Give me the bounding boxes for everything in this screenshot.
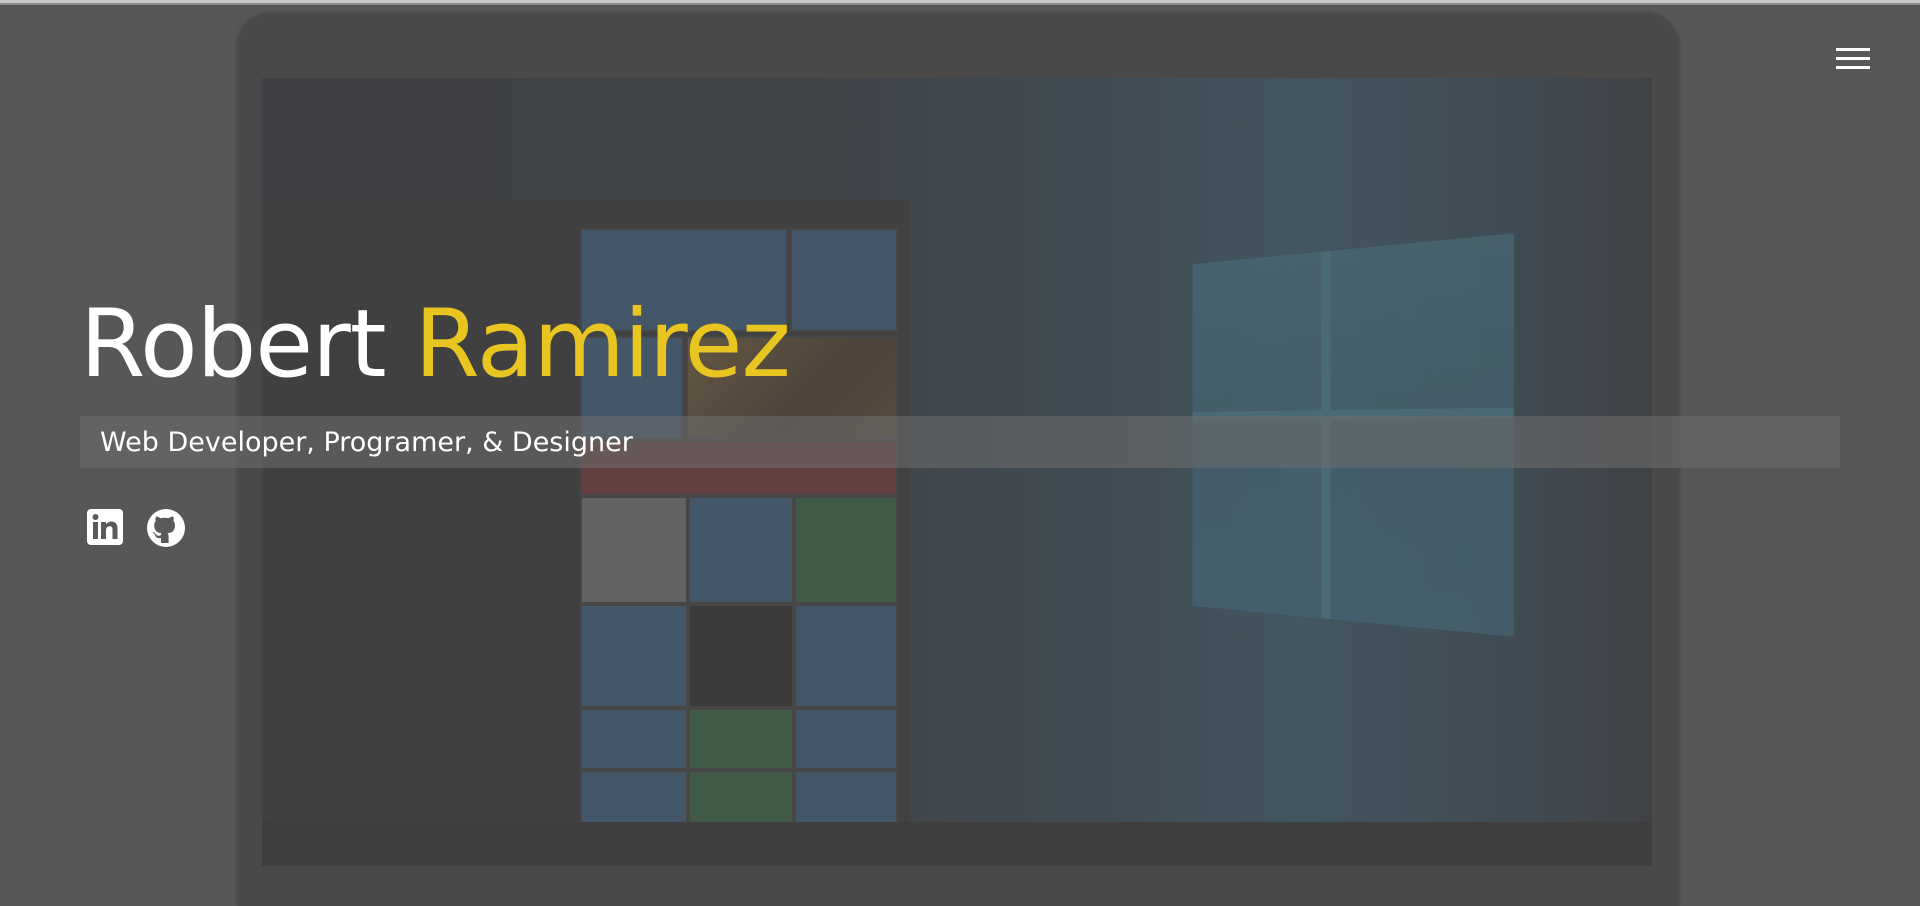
github-icon[interactable] [146, 508, 186, 548]
last-name: Ramirez [414, 290, 791, 399]
hero-subtitle: Web Developer, Programer, & Designer [100, 427, 633, 458]
hero-section: Robert Ramirez Web Developer, Programer,… [0, 0, 1920, 906]
social-links [86, 508, 186, 548]
hamburger-menu-icon[interactable] [1836, 48, 1870, 74]
hero-name: Robert Ramirez [80, 290, 791, 400]
subtitle-bar: Web Developer, Programer, & Designer [80, 416, 1840, 468]
linkedin-icon[interactable] [86, 508, 126, 548]
first-name: Robert [80, 290, 387, 399]
